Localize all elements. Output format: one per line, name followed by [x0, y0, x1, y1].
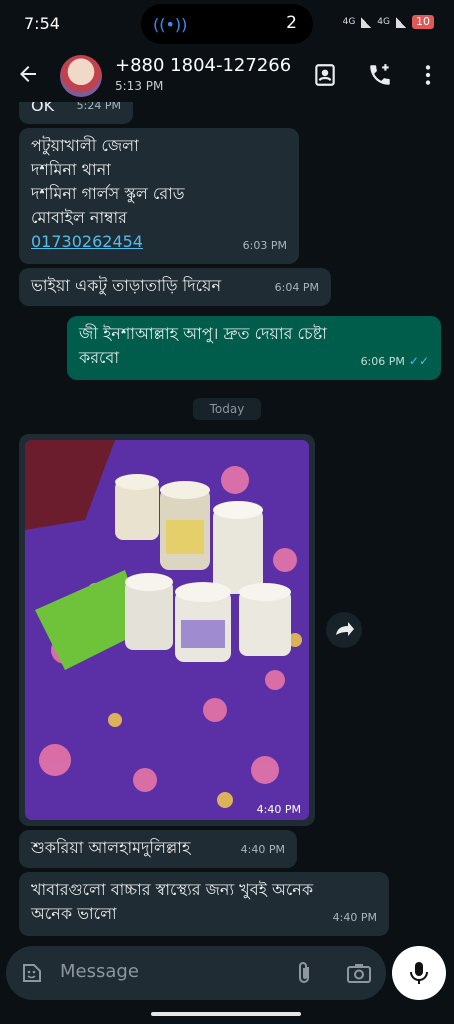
dynamic-island: ((•)) 2	[141, 4, 313, 44]
attach-icon[interactable]	[293, 961, 315, 985]
signal-icon	[361, 16, 372, 28]
image-message[interactable]: 4:40 PM	[19, 434, 315, 826]
mic-icon	[410, 962, 428, 984]
status-time: 7:54	[24, 14, 60, 33]
cast-icon: ((•))	[153, 15, 188, 34]
gesture-bar[interactable]	[151, 1012, 301, 1016]
outgoing-message-bubble[interactable]: জী ইনশাআল্লাহ আপু। দ্রুত দেয়ার চেষ্টা ক…	[67, 316, 441, 380]
message-text: ভাইয়া একটু তাড়াতাড়ি দিয়েন	[31, 276, 222, 295]
message-bubble[interactable]: OK 5:24 PM	[19, 102, 133, 124]
network-label-2: 4G	[377, 17, 390, 27]
status-right: 4G 4G 10	[343, 15, 434, 29]
message-time: 4:40 PM	[256, 803, 301, 816]
message-time: 6:04 PM	[274, 281, 319, 294]
chat-header: +880 1804-127266 5:13 PM	[0, 50, 454, 102]
message-line: খাবারগুলো বাচ্চার স্বাস্থ্যের জন্য খুবই …	[31, 880, 314, 899]
message-line: দশমিনা থানা	[31, 160, 111, 179]
back-arrow-icon[interactable]	[16, 62, 40, 86]
day-divider: Today	[193, 398, 261, 420]
network-label-1: 4G	[342, 17, 356, 27]
message-time: 5:24 PM	[76, 102, 121, 112]
message-composer[interactable]: Message	[6, 946, 386, 1000]
chat-area[interactable]: OK 5:24 PM পটুয়াখালী জেলা দশমিনা থানা দ…	[0, 102, 454, 944]
message-bubble[interactable]: খাবারগুলো বাচ্চার স্বাস্থ্যের জন্য খুবই …	[19, 872, 389, 936]
contact-name[interactable]: +880 1804-127266	[115, 55, 291, 76]
status-bar: 7:54 ((•)) 2 4G 4G 10	[0, 0, 454, 50]
forward-icon	[336, 622, 354, 636]
message-line: পটুয়াখালী জেলা	[31, 136, 139, 155]
message-line: অনেক ভালো	[31, 904, 117, 923]
message-text: OK	[31, 102, 55, 115]
message-bubble[interactable]: পটুয়াখালী জেলা দশমিনা থানা দশমিনা গার্ল…	[19, 128, 299, 264]
battery-icon: 10	[412, 15, 434, 29]
mic-button[interactable]	[392, 946, 446, 1000]
add-call-icon[interactable]	[367, 62, 393, 88]
message-time: 4:40 PM	[332, 911, 377, 924]
signal-icon-2	[396, 16, 406, 28]
camera-icon[interactable]	[346, 962, 372, 984]
message-time: 4:40 PM	[240, 843, 285, 856]
product-photo[interactable]: 4:40 PM	[25, 440, 309, 820]
message-line: দশমিনা গার্লস স্কুল রোড	[31, 184, 185, 203]
last-seen: 5:13 PM	[115, 79, 164, 93]
sticker-icon[interactable]	[20, 961, 44, 985]
message-bubble[interactable]: শুকরিয়া আলহামদুলিল্লাহ 4:40 PM	[19, 830, 297, 868]
message-bubble[interactable]: ভাইয়া একটু তাড়াতাড়ি দিয়েন 6:04 PM	[19, 268, 331, 306]
message-text: শুকরিয়া আলহামদুলিল্লাহ	[31, 838, 191, 857]
pill-count: 2	[286, 13, 297, 33]
message-input[interactable]: Message	[60, 961, 139, 982]
message-time: 6:06 PM ✓✓	[360, 354, 429, 368]
message-line: মোবাইল নাম্বার	[31, 208, 127, 227]
message-time: 6:03 PM	[242, 239, 287, 252]
forward-button[interactable]	[326, 612, 362, 648]
more-vertical-icon[interactable]	[415, 62, 441, 88]
avatar[interactable]	[60, 55, 102, 97]
message-line: জী ইনশাআল্লাহ আপু। দ্রুত দেয়ার চেষ্টা	[79, 324, 327, 343]
contact-card-icon[interactable]	[312, 62, 338, 88]
photo-content	[25, 440, 309, 820]
read-receipt-icon: ✓✓	[408, 354, 429, 368]
